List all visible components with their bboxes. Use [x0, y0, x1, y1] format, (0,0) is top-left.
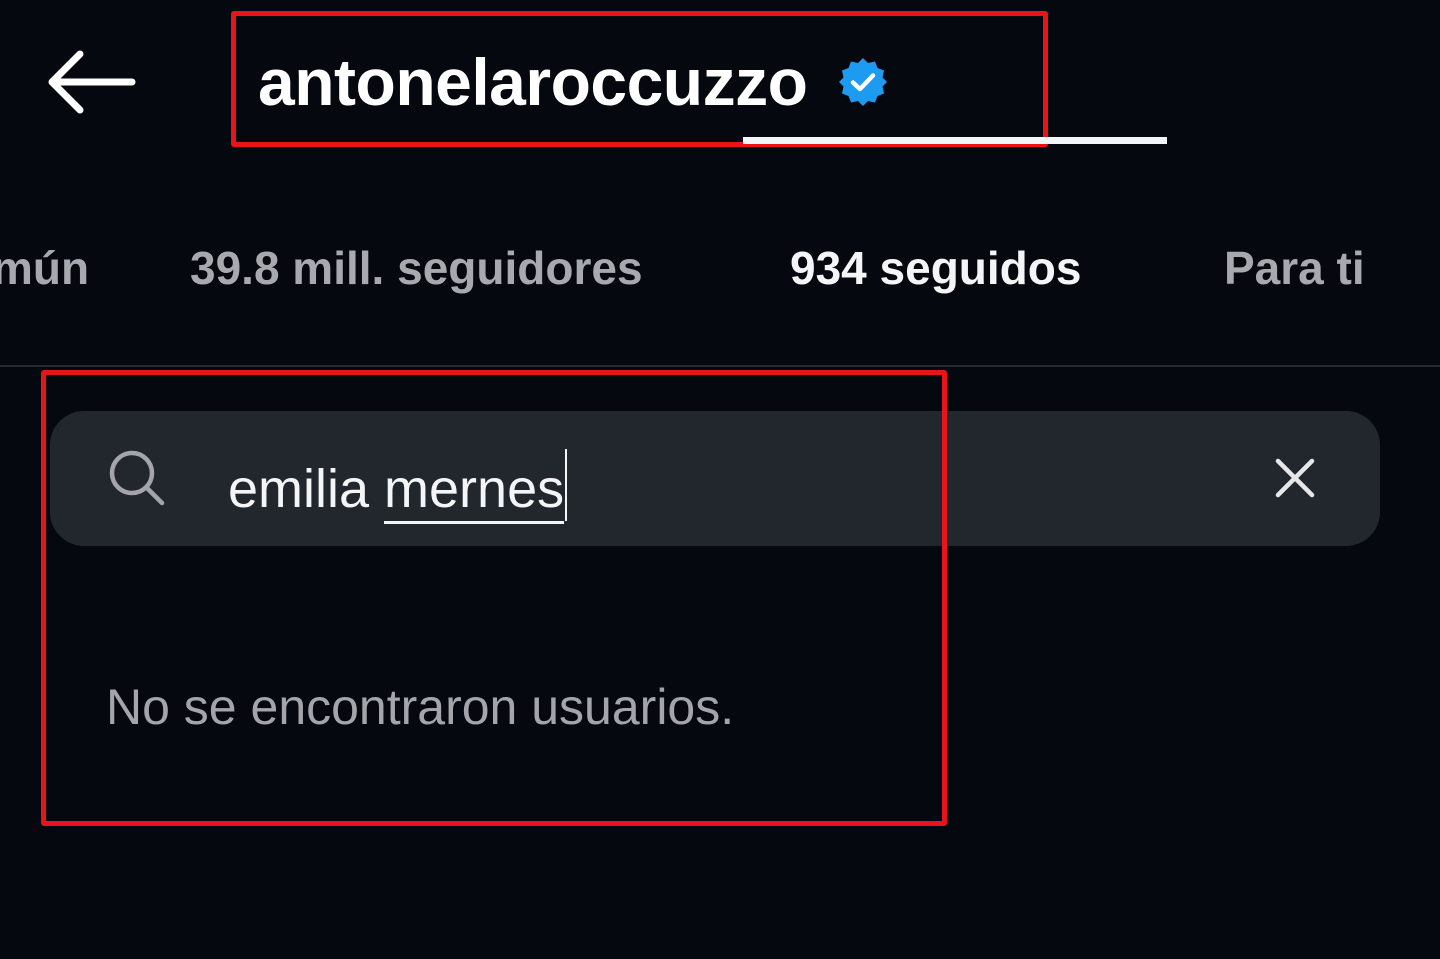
- active-tab-indicator: [743, 137, 1167, 144]
- profile-header: antonelaroccuzzo: [258, 40, 889, 124]
- tab-bar: mún 39.8 mill. seguidores 934 seguidos P…: [0, 220, 1440, 366]
- tab-in-common[interactable]: mún: [0, 245, 89, 291]
- search-icon: [109, 450, 165, 506]
- tab-followers[interactable]: 39.8 mill. seguidores: [190, 245, 643, 291]
- arrow-left-icon: [48, 50, 136, 114]
- empty-results-message: No se encontraron usuarios.: [106, 679, 735, 735]
- search-field[interactable]: emilia mernes: [50, 411, 1380, 546]
- tab-for-you[interactable]: Para ti: [1224, 245, 1365, 291]
- profile-username: antonelaroccuzzo: [258, 45, 808, 119]
- instagram-following-screen: antonelaroccuzzo mún 39.8 mill. seguidor…: [0, 0, 1440, 959]
- search-query-composing-text: mernes: [384, 459, 565, 524]
- tab-following[interactable]: 934 seguidos: [790, 245, 1081, 291]
- tab-divider: [0, 365, 1440, 367]
- verified-badge-icon: [837, 56, 889, 108]
- search-input[interactable]: emilia mernes: [228, 449, 568, 524]
- text-caret: [565, 449, 568, 521]
- search-query-text: emilia: [228, 459, 385, 519]
- close-icon[interactable]: [1272, 455, 1318, 501]
- back-button[interactable]: [40, 40, 140, 124]
